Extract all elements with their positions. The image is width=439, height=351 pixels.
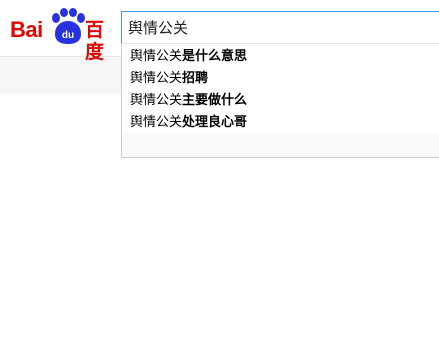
suggestion-query: 舆情公关	[130, 49, 183, 64]
suggestion-item[interactable]: 舆情公关处理良心哥	[122, 112, 439, 134]
suggestion-query: 舆情公关	[130, 93, 183, 108]
suggestion-item[interactable]: 舆情公关招聘	[122, 68, 439, 90]
paw-icon	[52, 8, 85, 44]
logo-text-cn: 百度	[85, 19, 104, 63]
suggestion-completion: 主要做什么	[182, 93, 248, 108]
suggestion-completion: 处理良心哥	[182, 115, 248, 130]
logo-text-du: du	[61, 30, 75, 41]
suggestion-query: 舆情公关	[130, 71, 183, 86]
suggestion-item[interactable]: 舆情公关主要做什么	[122, 90, 439, 112]
page: Bai du 百度 舆情公关是什么意思 舆情公关招聘 舆情公关主要做什么 舆情公…	[0, 0, 439, 351]
baidu-logo[interactable]: Bai du 百度	[10, 8, 114, 63]
suggestion-item[interactable]: 舆情公关是什么意思	[122, 46, 439, 68]
suggestion-completion: 是什么意思	[182, 49, 248, 64]
search-input[interactable]	[121, 11, 439, 44]
suggestion-dropdown: 舆情公关是什么意思 舆情公关招聘 舆情公关主要做什么 舆情公关处理良心哥	[121, 43, 439, 158]
suggestion-completion: 招聘	[182, 71, 209, 86]
suggestion-query: 舆情公关	[130, 115, 183, 130]
logo-text-bai: Bai	[10, 17, 43, 42]
suggestion-footer	[122, 133, 439, 157]
suggestion-list: 舆情公关是什么意思 舆情公关招聘 舆情公关主要做什么 舆情公关处理良心哥	[122, 44, 439, 134]
